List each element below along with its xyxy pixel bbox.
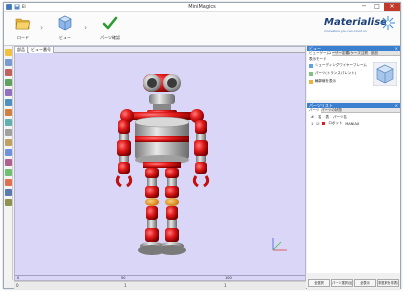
robot-left-arm <box>115 120 133 188</box>
application-window: El MiniMagics ─ □ ✕ ロード › ビュー › パーツ確認 Ma… <box>3 2 401 289</box>
robot-right-leg <box>158 168 186 255</box>
left-toolbar <box>4 46 13 280</box>
viewport-ruler: 0 50 100 <box>15 275 305 280</box>
contour-option[interactable]: 輪郭線を表示 <box>309 79 336 84</box>
column-name: 名 <box>317 115 322 119</box>
shaded-wireframe-label: シェーディングワイヤーフレーム <box>315 63 367 67</box>
cursor-icon[interactable] <box>5 59 12 66</box>
column-number: # <box>311 115 314 119</box>
robot-right-arm <box>192 120 210 188</box>
step-arrow-icon: › <box>84 23 88 32</box>
title-bar: El MiniMagics ─ □ ✕ <box>4 3 400 12</box>
part-name: ロボット <box>328 121 343 125</box>
ruler-icon[interactable] <box>5 69 12 76</box>
ruler-tick: 100 <box>225 276 232 280</box>
transparent-option[interactable]: パーツ(トランスパレント) <box>309 71 356 76</box>
checkmark-icon <box>102 16 118 30</box>
close-button[interactable]: ✕ <box>384 3 400 11</box>
row-number: 1 <box>311 121 314 126</box>
cube-view-icon <box>58 15 72 31</box>
parts-list-header: # 名 表 パーツ名 <box>311 115 347 120</box>
parts-panel: パーツリスト × パーツ パーツの状態 # 名 表 パーツ名 1 ☑ ロボット <box>307 103 400 273</box>
step-arrow-icon: › <box>40 23 44 32</box>
display-mode-label: 表示モード <box>309 57 327 61</box>
parts-check-step-label: パーツ確認 <box>100 35 120 40</box>
transparent-label: パーツ(トランスパレント) <box>315 71 357 75</box>
visibility-checkbox[interactable]: ☑ <box>316 122 319 126</box>
pan-icon[interactable] <box>5 159 12 166</box>
shaded-wireframe-option[interactable]: シェーディングワイヤーフレーム <box>309 63 367 68</box>
ribbon: ロード › ビュー › パーツ確認 Materialise innovators… <box>4 12 400 46</box>
rotate-icon[interactable] <box>5 169 12 176</box>
maximize-button[interactable]: □ <box>371 3 383 11</box>
status-bar: 0 1 1 <box>14 281 306 289</box>
parts-list-body: # 名 表 パーツ名 1 ☑ ロボット MANIAX <box>307 113 400 273</box>
contour-icon <box>309 79 313 84</box>
column-part-name: パーツ名 <box>332 115 347 119</box>
show-all-button[interactable]: 全表示 <box>354 279 376 287</box>
measure-icon[interactable] <box>5 79 12 86</box>
light-icon[interactable] <box>5 189 12 196</box>
window-title: MiniMagics <box>188 4 216 10</box>
view-left-icon[interactable] <box>5 109 12 116</box>
folder-open-icon <box>15 18 31 30</box>
view-right-icon[interactable] <box>5 119 12 126</box>
ruler-tick: 0 <box>17 276 20 280</box>
view-panel: ビュー × ビューゲーム ユーザー定義 スケーズ 注釈 部品 表示モード シェー… <box>307 46 400 100</box>
shaded-wireframe-icon <box>309 63 313 68</box>
view-bottom-icon[interactable] <box>5 139 12 146</box>
axis-triad-icon <box>272 238 287 251</box>
view-step-label: ビュー <box>59 35 71 40</box>
robot-torso <box>134 116 190 168</box>
contour-label: 輪郭線を表示 <box>315 79 336 83</box>
load-step-button[interactable]: ロード <box>10 15 36 43</box>
robot-3d-model[interactable] <box>15 54 305 280</box>
view-back-icon[interactable] <box>5 99 12 106</box>
viewport-tab-view-number[interactable]: ビュー番号 <box>29 47 54 53</box>
column-visible: 表 <box>325 115 329 119</box>
shade-icon[interactable] <box>5 199 12 206</box>
status-right: 1 <box>224 283 227 288</box>
part-color-swatch[interactable] <box>322 122 326 125</box>
part-name-secondary: MANIAX <box>345 121 360 126</box>
hide-unselected-button[interactable]: 非選択を非表示 <box>377 279 399 287</box>
transparent-icon <box>309 71 313 76</box>
view-cube-icon[interactable] <box>373 62 397 86</box>
invert-selection-button[interactable]: パーツ選択(反転) <box>331 279 353 287</box>
parts-actions: 全選択 パーツ選択(反転) 全表示 非選択を非表示 <box>307 277 400 289</box>
view-step-button[interactable]: ビュー <box>52 15 78 43</box>
minimize-button[interactable]: ─ <box>358 3 370 11</box>
status-left: 0 <box>16 283 19 288</box>
parts-check-step-button[interactable]: パーツ確認 <box>96 15 124 43</box>
table-row[interactable]: 1 ☑ ロボット MANIAX <box>311 121 359 126</box>
section-icon[interactable] <box>5 179 12 186</box>
view-front-icon[interactable] <box>5 89 12 96</box>
logo-star-icon <box>381 16 395 30</box>
load-step-label: ロード <box>17 35 29 40</box>
3d-viewport[interactable]: 部品 ビュー番号 0 50 100 <box>14 46 306 281</box>
right-panel: ビュー × ビューゲーム ユーザー定義 スケーズ 注釈 部品 表示モード シェー… <box>307 46 400 289</box>
zoom-icon[interactable] <box>5 149 12 156</box>
view-top-icon[interactable] <box>5 129 12 136</box>
viewport-tab-parts[interactable]: 部品 <box>15 47 28 53</box>
materialise-logo: Materialise innovators you can count on <box>324 16 395 39</box>
select-all-button[interactable]: 全選択 <box>308 279 330 287</box>
ruler-tick: 50 <box>121 276 126 280</box>
robot-head <box>143 74 181 116</box>
status-mid: 1 <box>124 283 127 288</box>
robot-left-leg <box>138 168 166 255</box>
viewport-tabs: 部品 ビュー番号 <box>15 47 305 53</box>
select-tool-icon[interactable] <box>5 49 12 56</box>
view-panel-body: 表示モード シェーディングワイヤーフレーム パーツ(トランスパレント) 輪郭線を… <box>307 56 400 100</box>
